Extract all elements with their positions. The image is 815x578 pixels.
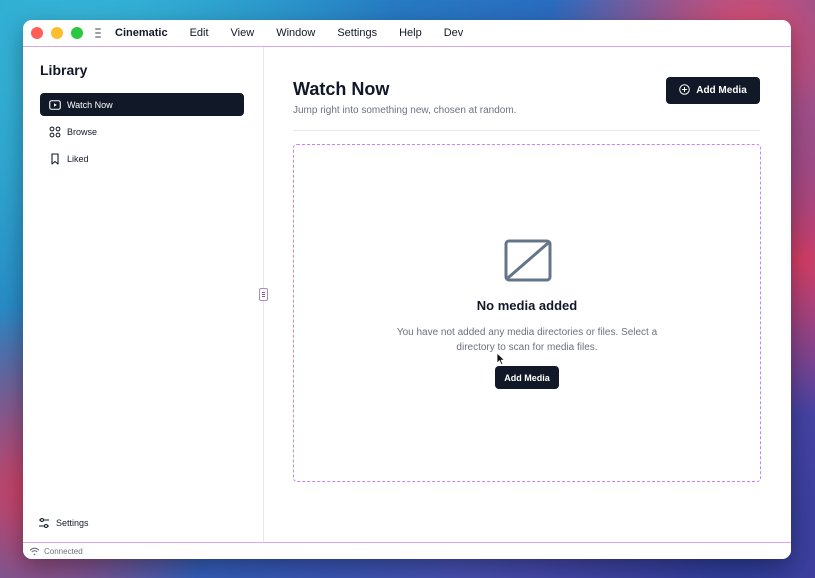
sidebar-item-label: Watch Now (67, 99, 113, 110)
connection-status: Connected (44, 547, 83, 556)
header-divider (293, 130, 760, 131)
minimize-window-button[interactable] (51, 27, 63, 39)
close-window-button[interactable] (31, 27, 43, 39)
empty-state-description: You have not added any media directories… (396, 327, 658, 353)
sliders-icon (38, 517, 50, 529)
empty-state-dropzone[interactable]: No media added You have not added any me… (293, 144, 761, 482)
sidebar-item-label: Liked (67, 153, 89, 164)
settings-label: Settings (56, 518, 89, 528)
sidebar: Library Watch Now Browse Liked Settings (23, 47, 264, 542)
app-window: Cinematic Edit View Window Settings Help… (23, 20, 791, 559)
status-bar: Connected (23, 542, 791, 559)
menu-dev[interactable]: Dev (444, 27, 464, 39)
add-media-label: Add Media (696, 85, 747, 96)
image-off-icon (504, 239, 552, 282)
sidebar-item-browse[interactable]: Browse (40, 120, 244, 143)
sidebar-title: Library (40, 62, 88, 78)
mouse-cursor-icon (496, 352, 506, 366)
sidebar-item-label: Browse (67, 126, 98, 137)
drag-handle-icon[interactable] (95, 28, 101, 38)
empty-state-title: No media added (476, 298, 578, 313)
sidebar-item-liked[interactable]: Liked (40, 147, 244, 170)
menu-settings[interactable]: Settings (337, 27, 377, 39)
main-content: Watch Now Jump right into something new,… (264, 47, 791, 542)
menu-app-name[interactable]: Cinematic (115, 27, 168, 39)
maximize-window-button[interactable] (71, 27, 83, 39)
menu-list: Cinematic Edit View Window Settings Help… (115, 27, 485, 39)
page-title: Watch Now (293, 79, 390, 99)
add-media-button[interactable]: Add Media (666, 77, 760, 104)
bookmark-icon (49, 152, 61, 165)
plus-circle-icon (679, 83, 690, 98)
menu-window[interactable]: Window (276, 27, 315, 39)
menu-view[interactable]: View (231, 27, 255, 39)
empty-state-add-media-button[interactable]: Add Media (495, 366, 559, 389)
wifi-icon (29, 547, 40, 556)
page-subtitle: Jump right into something new, chosen at… (293, 105, 517, 116)
grid-icon (49, 126, 61, 138)
menubar: Cinematic Edit View Window Settings Help… (23, 20, 791, 47)
menu-edit[interactable]: Edit (190, 27, 209, 39)
sidebar-settings-button[interactable]: Settings (38, 517, 89, 529)
window-controls (31, 27, 83, 39)
play-icon (49, 99, 61, 111)
menu-help[interactable]: Help (399, 27, 422, 39)
sidebar-item-watch-now[interactable]: Watch Now (40, 93, 244, 116)
